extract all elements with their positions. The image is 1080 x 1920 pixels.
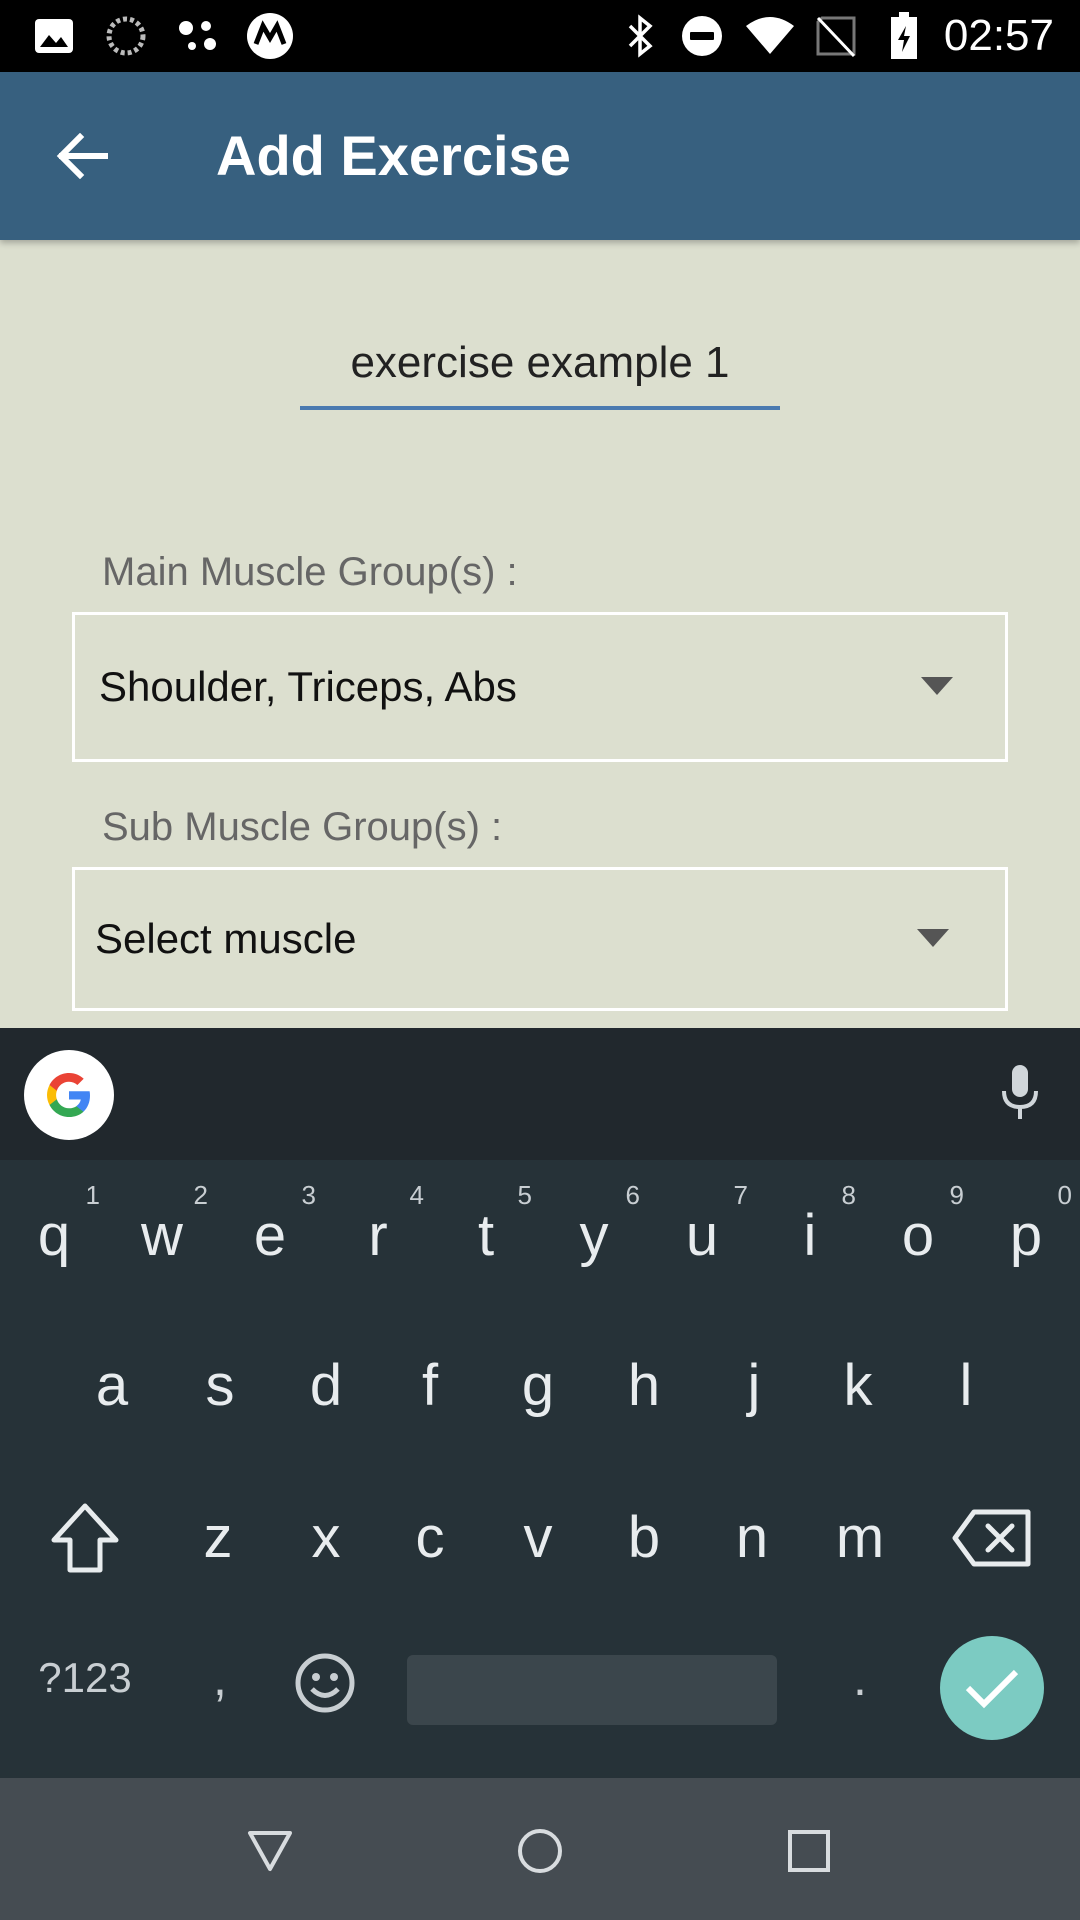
key-s[interactable]: s	[166, 1326, 274, 1446]
backspace-key[interactable]	[952, 1506, 1032, 1570]
key-x[interactable]: x	[272, 1478, 380, 1598]
key-q[interactable]: q1	[0, 1176, 108, 1296]
key-a[interactable]: a	[58, 1326, 166, 1446]
back-button[interactable]	[40, 114, 124, 198]
sub-muscle-group-dropdown[interactable]: Select muscle	[72, 867, 1008, 1011]
sub-muscle-group-label: Sub Muscle Group(s) :	[102, 805, 503, 849]
smiley-icon	[295, 1653, 355, 1713]
key-v[interactable]: v	[484, 1478, 592, 1598]
back-triangle-icon	[248, 1831, 292, 1871]
google-g-icon	[47, 1073, 90, 1117]
key-p[interactable]: p0	[972, 1176, 1080, 1296]
key-n[interactable]: n	[698, 1478, 806, 1598]
keyboard-suggestion-bar	[0, 1028, 1080, 1160]
key-l[interactable]: l	[912, 1326, 1020, 1446]
sync-icon	[102, 0, 150, 72]
emoji-key[interactable]	[290, 1648, 360, 1718]
comma-key[interactable]: ,	[190, 1630, 250, 1726]
checkmark-icon	[965, 1669, 1019, 1709]
recents-square-icon	[788, 1830, 830, 1872]
key-o[interactable]: o9	[864, 1176, 972, 1296]
key-b[interactable]: b	[590, 1478, 698, 1598]
key-w[interactable]: w2	[108, 1176, 216, 1296]
nav-recents-button[interactable]	[764, 1806, 854, 1896]
home-circle-icon	[518, 1829, 562, 1873]
key-d[interactable]: d	[272, 1326, 380, 1446]
period-key[interactable]: .	[830, 1630, 890, 1726]
key-m[interactable]: m	[806, 1478, 914, 1598]
page-title: Add Exercise	[216, 124, 571, 187]
backspace-icon	[952, 1509, 1031, 1567]
status-time: 02:57	[943, 11, 1054, 60]
shift-arrow-icon	[51, 1503, 119, 1573]
exercise-name-input[interactable]	[300, 320, 780, 410]
key-r[interactable]: r4	[324, 1176, 432, 1296]
done-key[interactable]	[940, 1636, 1044, 1740]
key-j[interactable]: j	[700, 1326, 808, 1446]
space-bar[interactable]	[407, 1655, 777, 1725]
voice-input-button[interactable]	[990, 1058, 1050, 1128]
main-muscle-group-label: Main Muscle Group(s) :	[102, 550, 518, 594]
key-y[interactable]: y6	[540, 1176, 648, 1296]
key-k[interactable]: k	[804, 1326, 912, 1446]
key-f[interactable]: f	[376, 1326, 484, 1446]
key-e[interactable]: e3	[216, 1176, 324, 1296]
symbols-key[interactable]: ?123	[20, 1630, 150, 1726]
motorola-icon	[244, 0, 296, 72]
dropdown-arrow-icon	[917, 929, 949, 947]
key-u[interactable]: u7	[648, 1176, 756, 1296]
key-c[interactable]: c	[376, 1478, 484, 1598]
navigation-bar	[0, 1778, 1080, 1920]
dropdown-arrow-icon	[921, 677, 953, 695]
shift-key[interactable]	[48, 1498, 122, 1578]
screen: 02:57 Add Exercise Main Muscle Group(s) …	[0, 0, 1080, 1920]
main-muscle-group-value: Shoulder, Triceps, Abs	[99, 663, 517, 710]
key-i[interactable]: i8	[756, 1176, 864, 1296]
wifi-icon	[744, 0, 796, 72]
no-sim-icon	[814, 0, 858, 72]
key-z[interactable]: z	[164, 1478, 272, 1598]
do-not-disturb-icon	[680, 0, 724, 72]
arrow-back-icon	[56, 133, 108, 179]
app-bar: Add Exercise	[0, 72, 1080, 240]
nav-back-button[interactable]	[225, 1806, 315, 1896]
key-h[interactable]: h	[590, 1326, 698, 1446]
key-t[interactable]: t5	[432, 1176, 540, 1296]
sub-muscle-group-value: Select muscle	[95, 915, 357, 962]
battery-charging-icon	[886, 0, 922, 72]
nav-home-button[interactable]	[495, 1806, 585, 1896]
google-search-button[interactable]	[24, 1050, 114, 1140]
keyboard: q1 w2 e3 r4 t5 y6 u7 i8 o9 p0 a s d f g …	[0, 1028, 1080, 1778]
image-icon	[30, 0, 78, 72]
microphone-icon	[1002, 1065, 1038, 1119]
main-muscle-group-dropdown[interactable]: Shoulder, Triceps, Abs	[72, 612, 1008, 762]
status-bar: 02:57	[0, 0, 1080, 72]
bluetooth-icon	[622, 0, 658, 72]
assistant-dots-icon	[174, 0, 222, 72]
key-g[interactable]: g	[484, 1326, 592, 1446]
